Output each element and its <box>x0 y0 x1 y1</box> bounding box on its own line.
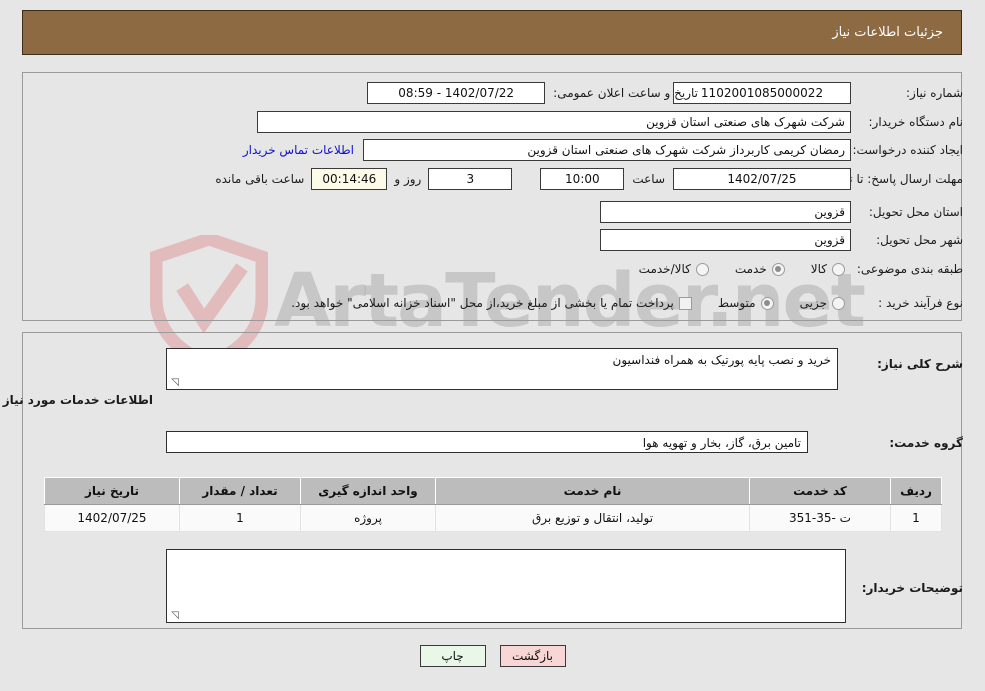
delivery-province-row: استان محل تحویل: قزوین <box>600 201 963 223</box>
category-radio-khedmat[interactable] <box>771 262 785 276</box>
general-desc-value: خرید و نصب پایه پورتیک به همراه فنداسیون <box>612 353 831 367</box>
need-number-row: شماره نیاز: 1102001085000022 <box>673 82 963 104</box>
purchase-type-row: نوع فرآیند خرید : جزیی متوسط پرداخت تمام… <box>291 296 963 310</box>
delivery-province-label: استان محل تحویل: <box>868 205 963 219</box>
delivery-province-value: قزوین <box>600 201 851 223</box>
purchase-option-motevaset-label: متوسط <box>717 296 756 310</box>
buyer-notes-textarea[interactable]: ◹ <box>166 549 846 623</box>
buyer-org-label: نام دستگاه خریدار: <box>868 115 964 129</box>
category-label: طبقه بندی موضوعی: <box>856 262 963 276</box>
delivery-city-row: شهر محل تحویل: قزوین <box>600 229 963 251</box>
action-button-bar: بازگشت چاپ <box>0 645 985 667</box>
service-group-value: تامین برق، گاز، بخار و تهویه هوا <box>642 436 801 450</box>
col-unit: واحد اندازه گیری <box>300 477 436 505</box>
col-service-name: نام خدمت <box>435 477 750 505</box>
general-desc-label: شرح کلی نیاز: <box>877 357 963 371</box>
service-group-label: گروه خدمت: <box>889 436 963 450</box>
services-table-wrapper: ردیف کد خدمت نام خدمت واحد اندازه گیری ت… <box>44 477 942 532</box>
category-option-khedmat[interactable]: خدمت <box>735 262 785 276</box>
request-creator-label: ایجاد کننده درخواست: <box>852 143 963 157</box>
purchase-option-jozi-label: جزیی <box>799 296 827 310</box>
deadline-time-label: ساعت <box>632 172 665 186</box>
services-table: ردیف کد خدمت نام خدمت واحد اندازه گیری ت… <box>44 477 942 532</box>
purchase-radio-motevaset[interactable] <box>760 296 774 310</box>
public-announce-label: تاریخ و ساعت اعلان عمومی: <box>553 86 698 100</box>
public-announce-value: 1402/07/22 - 08:59 <box>367 82 546 104</box>
page-title: جزئیات اطلاعات نیاز <box>832 25 943 40</box>
deadline-label: مهلت ارسال پاسخ: تا تاریخ: <box>824 172 963 186</box>
service-group-row: گروه خدمت: <box>889 436 963 450</box>
treasury-docs-option[interactable]: پرداخت تمام یا بخشی از مبلغ خرید،از محل … <box>291 296 692 310</box>
resize-grip-icon-notes[interactable]: ◹ <box>169 611 179 621</box>
need-number-value: 1102001085000022 <box>673 82 851 104</box>
public-announce-row: تاریخ و ساعت اعلان عمومی: 1402/07/22 - 0… <box>367 82 698 104</box>
purchase-option-jozi[interactable]: جزیی <box>800 296 845 310</box>
delivery-city-value: قزوین <box>600 229 851 251</box>
deadline-countdown-value: 00:14:46 <box>311 168 388 190</box>
cell-quantity: 1 <box>179 504 301 532</box>
cell-service-name: تولید، انتقال و توزیع برق <box>435 504 750 532</box>
request-creator-value: رمضان کریمی کاربرداز شرکت شهرک های صنعتی… <box>363 139 851 161</box>
service-group-field[interactable]: تامین برق، گاز، بخار و تهویه هوا <box>166 431 808 453</box>
category-radio-kala[interactable] <box>832 262 845 276</box>
treasury-docs-label: پرداخت تمام یا بخشی از مبلغ خرید،از محل … <box>291 296 674 310</box>
cell-service-code: ت -35-351 <box>749 504 891 532</box>
cell-unit: پروژه <box>300 504 436 532</box>
category-option-khedmat-label: خدمت <box>734 262 767 276</box>
col-service-code: کد خدمت <box>749 477 891 505</box>
deadline-row: مهلت ارسال پاسخ: تا تاریخ: 1402/07/25 سا… <box>215 168 963 190</box>
buyer-org-row: نام دستگاه خریدار: شرکت شهرک های صنعتی ا… <box>257 111 963 133</box>
buyer-notes-label-row: توضیحات خریدار: <box>862 581 963 595</box>
purchase-option-motevaset[interactable]: متوسط <box>718 296 774 310</box>
treasury-docs-checkbox[interactable] <box>678 296 692 310</box>
services-section-heading: اطلاعات خدمات مورد نیاز <box>2 393 153 407</box>
category-row: طبقه بندی موضوعی: کالا خدمت کالا/خدمت <box>639 262 963 276</box>
general-desc-textarea[interactable]: خرید و نصب پایه پورتیک به همراه فنداسیون… <box>166 348 838 390</box>
purchase-type-label: نوع فرآیند خرید : <box>878 296 963 310</box>
need-info-panel <box>22 72 962 321</box>
deadline-time-value: 10:00 <box>540 168 625 190</box>
category-option-kala-label: کالا <box>810 262 827 276</box>
back-button[interactable]: بازگشت <box>499 645 566 667</box>
deadline-countdown-label: ساعت باقی مانده <box>215 172 305 186</box>
category-option-kala[interactable]: کالا <box>811 262 845 276</box>
general-desc-label-row: شرح کلی نیاز: <box>877 357 963 371</box>
buyer-contact-link[interactable]: اطلاعات تماس خریدار <box>243 143 354 157</box>
col-need-date: تاریخ نیاز <box>44 477 180 505</box>
buyer-org-value: شرکت شهرک های صنعتی استان قزوین <box>257 111 851 133</box>
category-option-kala-khedmat-label: کالا/خدمت <box>638 262 691 276</box>
deadline-days-label: روز و <box>394 172 422 186</box>
col-quantity: تعداد / مقدار <box>179 477 301 505</box>
cell-row-no: 1 <box>890 504 942 532</box>
request-creator-row: ایجاد کننده درخواست: رمضان کریمی کاربردا… <box>243 139 963 161</box>
print-button[interactable]: چاپ <box>419 645 486 667</box>
need-number-label: شماره نیاز: <box>906 86 963 100</box>
deadline-date-value: 1402/07/25 <box>673 168 851 190</box>
buyer-notes-label: توضیحات خریدار: <box>861 581 963 595</box>
category-option-kala-khedmat[interactable]: کالا/خدمت <box>639 262 709 276</box>
table-row: 1 ت -35-351 تولید، انتقال و توزیع برق پر… <box>44 504 942 532</box>
category-radio-kala-khedmat[interactable] <box>695 262 709 276</box>
delivery-city-label: شهر محل تحویل: <box>876 233 963 247</box>
resize-grip-icon[interactable]: ◹ <box>169 378 179 388</box>
page-header-bar: جزئیات اطلاعات نیاز <box>22 10 962 55</box>
deadline-days-value: 3 <box>428 168 513 190</box>
col-row-no: ردیف <box>890 477 942 505</box>
cell-need-date: 1402/07/25 <box>44 504 180 532</box>
purchase-radio-jozi[interactable] <box>832 296 845 310</box>
table-header-row: ردیف کد خدمت نام خدمت واحد اندازه گیری ت… <box>44 477 942 505</box>
